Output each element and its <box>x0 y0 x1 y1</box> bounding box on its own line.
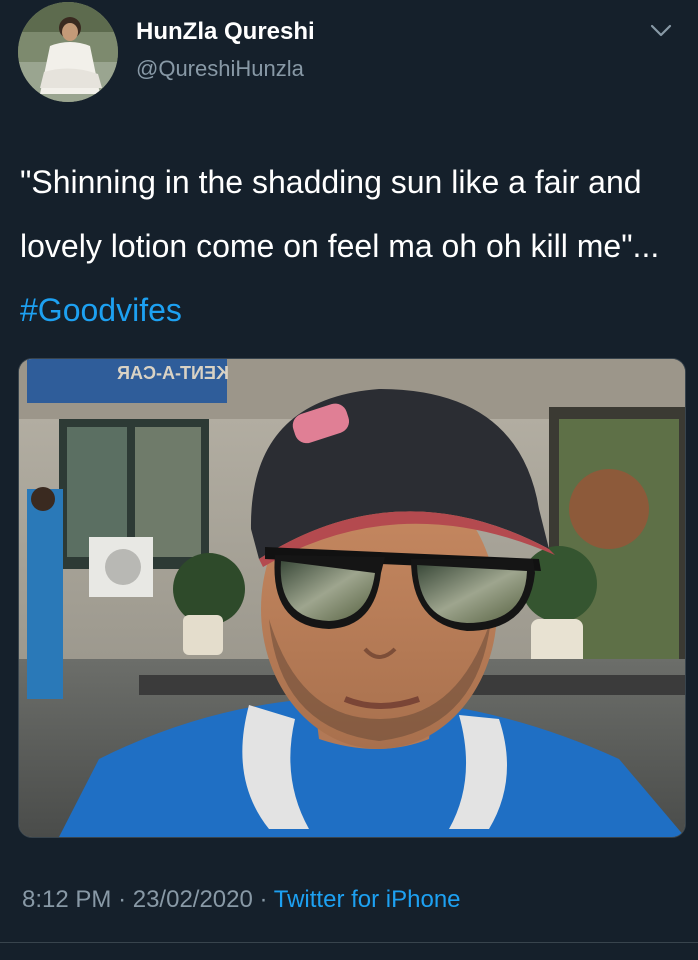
avatar-photo-icon <box>18 2 118 102</box>
tweet-text: "Shinning in the shadding sun like a fai… <box>20 150 680 342</box>
tweet-photo[interactable]: KENT-A-CAR <box>18 358 686 838</box>
meta-separator: · <box>259 886 268 913</box>
author-handle[interactable]: @QureshiHunzla <box>136 56 304 82</box>
tweet-meta: 8:12 PM · 23/02/2020 · Twitter for iPhon… <box>22 886 461 914</box>
tweet-date[interactable]: 23/02/2020 <box>133 886 253 913</box>
meta-separator: · <box>118 886 127 913</box>
svg-text:KENT-A-CAR: KENT-A-CAR <box>117 363 229 383</box>
author-name[interactable]: HunZla Qureshi <box>136 18 315 46</box>
author-avatar[interactable] <box>18 2 118 102</box>
tweet-source-link[interactable]: Twitter for iPhone <box>274 886 461 913</box>
tweet-time[interactable]: 8:12 PM <box>22 886 111 913</box>
divider <box>0 942 698 943</box>
chevron-down-icon[interactable] <box>650 24 672 38</box>
hashtag-link[interactable]: #Goodvifes <box>20 292 182 328</box>
photo-icon: KENT-A-CAR <box>19 359 685 837</box>
tweet-body: "Shinning in the shadding sun like a fai… <box>20 164 660 264</box>
